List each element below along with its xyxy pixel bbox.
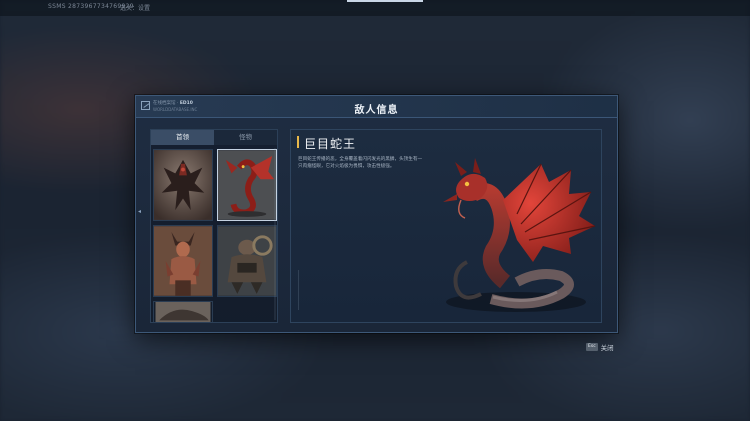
red-dragon-thumbnail-image	[218, 150, 276, 220]
dialog-header: 在线档案馆 · ED10 WORLDDATABASE.INC 敌人信息	[136, 96, 617, 118]
enemy-description: 巨目蛇王传播的恶，全身覆盖着闪闪发光的黑鳞，头顶生有一只肉瘤怪眼，它对火焰极为畏…	[298, 157, 423, 169]
enemy-list-panel: 首领 怪物	[150, 129, 278, 323]
winged-demon-image	[154, 150, 212, 220]
top-status-bar: SSMS 2873967734769929 选关：设置	[0, 0, 750, 16]
tab-monsters[interactable]: 怪物	[214, 130, 277, 145]
list-scrollbar[interactable]	[274, 148, 276, 320]
enemy-thumbnail-creature[interactable]	[153, 301, 213, 322]
red-serpent-dragon-artwork	[443, 158, 596, 312]
decorative-lines	[298, 270, 328, 310]
close-button[interactable]: Esc 关闭	[586, 342, 614, 352]
enemy-detail-panel: 巨目蛇王 巨目蛇王传播的恶，全身覆盖着闪闪发光的黑鳞，头顶生有一只肉瘤怪眼，它对…	[290, 129, 602, 323]
close-label: 关闭	[600, 344, 614, 352]
enemy-thumbnail-grid	[153, 149, 277, 322]
title-accent-bar	[297, 136, 299, 148]
horned-warrior-image	[154, 226, 212, 296]
enemy-info-dialog: 在线档案馆 · ED10 WORLDDATABASE.INC 敌人信息 ◂ 首领…	[135, 95, 618, 333]
left-arrow-icon[interactable]: ◂	[138, 208, 141, 215]
enemy-thumbnail-horned-warrior[interactable]	[153, 225, 213, 297]
enemy-thumbnail-armored-beast[interactable]	[217, 225, 277, 297]
tab-bosses[interactable]: 首领	[151, 130, 214, 145]
stage-label: 选关：设置	[120, 5, 151, 12]
category-tabs: 首领 怪物	[151, 130, 277, 145]
armored-beast-image	[218, 226, 276, 296]
dialog-title: 敌人信息	[354, 105, 399, 116]
enemy-thumbnail-red-serpent-dragon[interactable]	[217, 149, 277, 221]
enemy-thumbnail-winged-demon[interactable]	[153, 149, 213, 221]
esc-key-hint: Esc	[586, 343, 598, 351]
enemy-name: 巨目蛇王	[304, 137, 357, 151]
creature-partial-image	[155, 302, 211, 322]
top-indicator	[347, 0, 423, 2]
